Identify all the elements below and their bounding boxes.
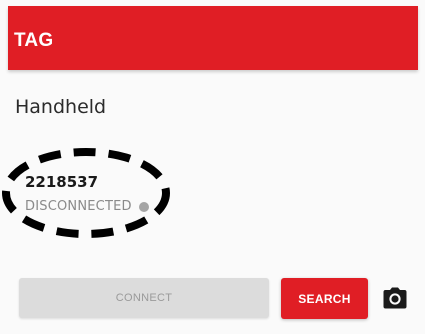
screen: TAG Handheld 2218537 DISCONNECTED CONNEC… <box>0 0 425 334</box>
status-label: DISCONNECTED <box>25 199 132 214</box>
device-id: 2218537 <box>25 173 99 191</box>
section-title: Handheld <box>15 96 107 118</box>
app-title: TAG <box>14 30 54 51</box>
connect-button[interactable]: CONNECT <box>19 278 269 318</box>
camera-icon <box>383 287 407 309</box>
status-dot-icon <box>138 201 149 212</box>
search-button[interactable]: SEARCH <box>281 278 368 319</box>
app-bar: TAG <box>8 6 418 70</box>
connection-status: DISCONNECTED <box>25 199 149 214</box>
camera-button[interactable] <box>383 287 407 309</box>
